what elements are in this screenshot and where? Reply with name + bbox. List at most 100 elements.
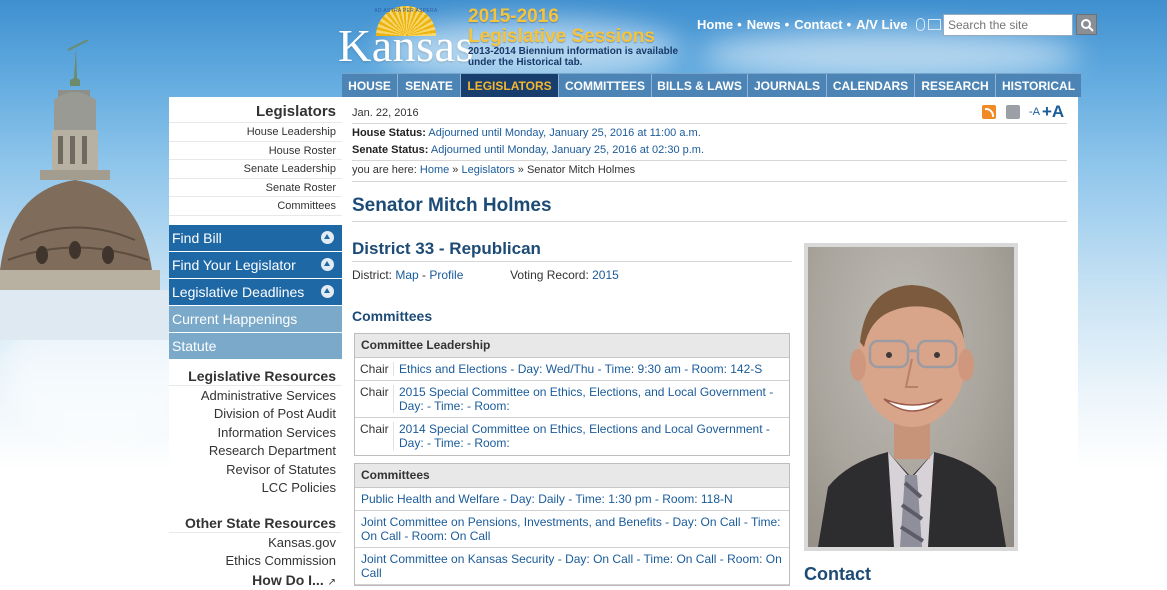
nav-historical[interactable]: HISTORICAL <box>996 74 1081 98</box>
search-button[interactable] <box>1076 14 1097 35</box>
top-link-av-live[interactable]: A/V Live <box>856 17 907 32</box>
nav-senate[interactable]: SENATE <box>398 74 461 98</box>
senate-status-value: Adjourned until Monday, January 25, 2016… <box>430 144 705 156</box>
main-nav: HOUSE SENATE LEGISLATORS COMMITTEES BILL… <box>342 73 1081 98</box>
breadcrumb-prefix: you are here: <box>352 164 417 176</box>
nav-journals[interactable]: JOURNALS <box>748 74 827 98</box>
contact-heading: Contact <box>804 564 871 584</box>
resource-post-audit[interactable]: Division of Post Audit <box>169 405 342 424</box>
committee-link[interactable]: Joint Committee on Pensions, Investments… <box>355 515 789 543</box>
tv-icon[interactable] <box>928 19 942 30</box>
expand-arrow-icon <box>321 231 334 244</box>
committee-link[interactable]: 2015 Special Committee on Ethics, Electi… <box>394 385 789 413</box>
logo-arc-text: AD ASTRA PER ASPERA <box>374 8 438 14</box>
how-do-i-label: How Do I... <box>252 571 324 588</box>
district-map-link[interactable]: Map <box>395 268 418 282</box>
nav-committees[interactable]: COMMITTEES <box>559 74 652 98</box>
font-increase-button[interactable]: +A <box>1042 102 1064 122</box>
breadcrumb-legislators[interactable]: Legislators <box>461 164 514 176</box>
top-link-contact[interactable]: Contact <box>794 17 842 32</box>
how-do-i-link[interactable]: How Do I... ↗ <box>169 571 342 590</box>
breadcrumb-separator: » <box>452 164 459 176</box>
session-title: 2015-2016 Legislative Sessions <box>468 7 655 47</box>
find-bill-button[interactable]: Find Bill <box>169 224 342 251</box>
district-label: District: <box>352 268 392 282</box>
sidebar-title: Legislators <box>255 103 336 120</box>
nav-bills-laws[interactable]: BILLS & LAWS <box>652 74 748 98</box>
senate-status-label: Senate Status: <box>352 144 429 156</box>
legislative-resources-title: Legislative Resources <box>188 367 336 384</box>
find-bill-label: Find Bill <box>172 229 222 246</box>
committee-leadership-header: Committee Leadership <box>355 334 789 358</box>
legislative-deadlines-button[interactable]: Legislative Deadlines <box>169 278 342 305</box>
breadcrumb-current: Senator Mitch Holmes <box>526 164 636 176</box>
resource-administrative-services[interactable]: Administrative Services <box>169 387 342 406</box>
voting-record-link[interactable]: 2015 <box>592 268 619 282</box>
legislative-deadlines-label: Legislative Deadlines <box>172 283 305 300</box>
sidebar: Legislators House Leadership House Roste… <box>169 97 342 590</box>
resource-research-department[interactable]: Research Department <box>169 442 342 461</box>
nav-house[interactable]: HOUSE <box>342 74 398 98</box>
nav-legislators[interactable]: LEGISLATORS <box>461 74 559 98</box>
sidebar-item-senate-roster[interactable]: Senate Roster <box>169 179 342 197</box>
table-row: Joint Committee on Kansas Security - Day… <box>355 548 789 585</box>
table-row: Joint Committee on Pensions, Investments… <box>355 511 789 548</box>
district-heading: District 33 - Republican <box>352 239 541 258</box>
committee-role: Chair <box>355 362 394 376</box>
find-legislator-label: Find Your Legislator <box>172 256 296 273</box>
committee-role: Chair <box>355 385 394 413</box>
top-link-home[interactable]: Home <box>697 17 733 32</box>
committees-table: Committees Public Health and Welfare - D… <box>354 463 790 586</box>
session-years: 2015-2016 <box>468 6 559 27</box>
microphone-icon[interactable] <box>916 18 926 31</box>
breadcrumb-separator: » <box>517 164 524 176</box>
table-row: Chair Ethics and Elections - Day: Wed/Th… <box>355 358 789 381</box>
nav-calendars[interactable]: CALENDARS <box>827 74 915 98</box>
resource-revisor-of-statutes[interactable]: Revisor of Statutes <box>169 461 342 480</box>
sidebar-item-house-leadership[interactable]: House Leadership <box>169 123 342 142</box>
house-status-label: House Status: <box>352 127 426 139</box>
search-input[interactable] <box>943 14 1073 36</box>
committee-link[interactable]: Ethics and Elections - Day: Wed/Thu - Ti… <box>394 362 768 376</box>
current-happenings-button[interactable]: Current Happenings <box>169 305 342 332</box>
senator-photo-frame <box>804 243 1018 551</box>
breadcrumb-home[interactable]: Home <box>420 164 449 176</box>
committee-link[interactable]: 2014 Special Committee on Ethics, Electi… <box>394 422 789 451</box>
top-link-news[interactable]: News <box>747 17 781 32</box>
page-tools: -A +A <box>982 102 1064 122</box>
external-link-icon: ↗ <box>327 576 336 588</box>
senator-photo <box>808 247 1014 547</box>
senate-status: Senate Status: Adjourned until Monday, J… <box>352 144 704 156</box>
house-status-value: Adjourned until Monday, January 25, 2016… <box>428 127 701 139</box>
district-profile-link[interactable]: Profile <box>429 268 463 282</box>
font-decrease-button[interactable]: -A <box>1029 106 1040 118</box>
top-links: Home • News • Contact • A/V Live <box>697 17 942 32</box>
committee-role: Chair <box>355 422 394 451</box>
capitol-dome-image <box>0 40 170 340</box>
other-kansas-gov[interactable]: Kansas.gov <box>169 534 342 553</box>
main-content: Jan. 22, 2016 -A +A House Status: Adjour… <box>342 97 1078 590</box>
session-name: Legislative Sessions <box>468 26 655 47</box>
committees-table-header: Committees <box>355 464 789 488</box>
expand-arrow-icon <box>321 258 334 271</box>
rss-icon[interactable] <box>982 105 996 119</box>
committee-link[interactable]: Public Health and Welfare - Day: Daily -… <box>355 492 739 506</box>
table-row: Public Health and Welfare - Day: Daily -… <box>355 488 789 511</box>
table-row: Chair 2015 Special Committee on Ethics, … <box>355 381 789 418</box>
nav-research[interactable]: RESEARCH <box>915 74 996 98</box>
statute-button[interactable]: Statute <box>169 332 342 359</box>
committee-leadership-table: Committee Leadership Chair Ethics and El… <box>354 333 790 456</box>
district-links: District: Map - Profile Voting Record: 2… <box>352 268 619 282</box>
sidebar-item-senate-leadership[interactable]: Senate Leadership <box>169 160 342 179</box>
resource-lcc-policies[interactable]: LCC Policies <box>169 479 342 498</box>
link-icon[interactable] <box>1006 105 1020 119</box>
kansas-logo[interactable]: AD ASTRA PER ASPERA Kansas <box>338 6 473 71</box>
other-ethics-commission[interactable]: Ethics Commission <box>169 552 342 571</box>
resource-information-services[interactable]: Information Services <box>169 424 342 443</box>
committee-link[interactable]: Joint Committee on Kansas Security - Day… <box>355 552 789 580</box>
sidebar-item-committees[interactable]: Committees <box>169 197 342 216</box>
sidebar-item-house-roster[interactable]: House Roster <box>169 142 342 160</box>
find-legislator-button[interactable]: Find Your Legislator <box>169 251 342 278</box>
expand-arrow-icon <box>321 285 334 298</box>
other-resources-title: Other State Resources <box>185 514 336 531</box>
